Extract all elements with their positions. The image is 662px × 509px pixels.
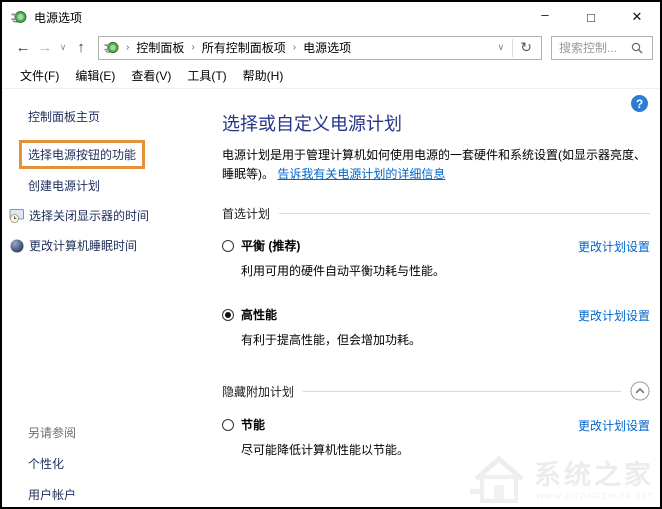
watermark-text: 系统之家 [534, 460, 654, 490]
address-bar[interactable]: › 控制面板 › 所有控制面板项 › 电源选项 ∨ ↻ [98, 35, 542, 60]
navigation-bar: ← → ∨ ↑ › 控制面板 › 所有控制面板项 › 电源选项 ∨ ↻ [2, 32, 660, 63]
breadcrumb-separator: › [292, 42, 297, 53]
sidebar-item-user-accounts[interactable]: 用户帐户 [28, 486, 76, 503]
search-icon[interactable] [630, 41, 644, 55]
change-plan-settings-link[interactable]: 更改计划设置 [578, 307, 650, 324]
plan-name: 平衡 (推荐) [241, 239, 301, 254]
title-bar: 电源选项 – □ ✕ [2, 2, 660, 32]
content-area: 控制面板主页 选择电源按钮的功能 创建电源计划 选择关闭显示器的时间 更改计算机… [4, 91, 658, 505]
back-icon[interactable]: ← [12, 39, 34, 56]
breadcrumb-control-panel[interactable]: 控制面板 [136, 39, 184, 56]
breadcrumb-separator: › [126, 42, 130, 53]
window-controls: – □ ✕ [522, 2, 660, 32]
see-also-section: 另请参阅 个性化 用户帐户 [28, 424, 77, 507]
divider [303, 390, 621, 392]
sidebar-item-choose-display-off-time[interactable]: 选择关闭显示器的时间 [9, 207, 216, 224]
sidebar-item-personalization[interactable]: 个性化 [28, 455, 76, 472]
help-icon[interactable]: ? [631, 95, 648, 112]
menu-file[interactable]: 文件(F) [12, 63, 67, 88]
window-title: 电源选项 [34, 10, 83, 25]
main-panel: ? 选择或自定义电源计划 电源计划是用于管理计算机如何使用电源的一套硬件和系统设… [222, 91, 650, 458]
menu-help[interactable]: 帮助(H) [235, 63, 292, 88]
change-plan-settings-link[interactable]: 更改计划设置 [578, 238, 650, 255]
change-plan-settings-link[interactable]: 更改计划设置 [578, 417, 650, 434]
sidebar: 控制面板主页 选择电源按钮的功能 创建电源计划 选择关闭显示器的时间 更改计算机… [4, 91, 216, 505]
sidebar-item-label: 选择关闭显示器的时间 [29, 209, 150, 223]
plan-row-balanced: 平衡 (推荐) 利用可用的硬件自动平衡功耗与性能。 更改计划设置 [222, 237, 650, 279]
plan-name: 节能 [241, 418, 266, 433]
power-options-window: 电源选项 – □ ✕ ← → ∨ ↑ › 控制面板 › 所有控制面板项 › 电源… [0, 0, 662, 509]
plan-row-high-performance: 高性能 有利于提高性能，但会增加功耗。 更改计划设置 [222, 306, 650, 348]
radio-power-saver[interactable] [222, 418, 234, 431]
menu-edit[interactable]: 编辑(E) [67, 63, 123, 88]
section-preferred-plans: 首选计划 [222, 205, 650, 222]
breadcrumb-power-options[interactable]: 电源选项 [303, 39, 351, 56]
section-hidden-plans: 隐藏附加计划 [222, 381, 650, 401]
sidebar-item-label: 更改计算机睡眠时间 [29, 239, 138, 253]
sidebar-item-choose-power-buttons[interactable]: 选择电源按钮的功能 [19, 140, 146, 169]
page-title: 选择或自定义电源计划 [222, 114, 402, 134]
power-plug-icon [11, 11, 27, 23]
radio-high-performance[interactable] [222, 308, 234, 321]
minimize-button[interactable]: – [522, 2, 568, 32]
search-box [551, 35, 653, 60]
plan-name: 高性能 [241, 308, 278, 323]
search-input[interactable] [552, 40, 628, 55]
breadcrumb-all-items[interactable]: 所有控制面板项 [202, 39, 286, 56]
radio-balanced[interactable] [222, 239, 234, 252]
section-title: 首选计划 [222, 207, 271, 222]
collapse-chevron-icon[interactable] [630, 381, 650, 401]
plan-description: 利用可用的硬件自动平衡功耗与性能。 [241, 264, 446, 279]
plan-description: 有利于提高性能，但会增加功耗。 [241, 333, 422, 348]
up-icon[interactable]: ↑ [70, 39, 92, 56]
sidebar-item-control-panel-home[interactable]: 控制面板主页 [28, 108, 216, 125]
maximize-button[interactable]: □ [568, 2, 614, 32]
menu-bar: 文件(F) 编辑(E) 查看(V) 工具(T) 帮助(H) [2, 63, 660, 89]
section-title: 隐藏附加计划 [222, 384, 295, 399]
watermark-subtext: WWW.XITONGZHIJIA.NET [536, 492, 654, 501]
history-chevron-icon[interactable]: ∨ [56, 42, 70, 53]
display-clock-icon [9, 208, 24, 223]
refresh-icon[interactable]: ↻ [513, 39, 539, 56]
plan-row-power-saver: 节能 尽可能降低计算机性能以节能。 更改计划设置 [222, 416, 650, 458]
menu-tools[interactable]: 工具(T) [179, 63, 234, 88]
sidebar-item-change-sleep-time[interactable]: 更改计算机睡眠时间 [9, 237, 216, 254]
menu-view[interactable]: 查看(V) [123, 63, 179, 88]
power-plan-info-link[interactable]: 告诉我有关电源计划的详细信息 [277, 167, 445, 181]
close-button[interactable]: ✕ [614, 2, 660, 32]
plan-description: 尽可能降低计算机性能以节能。 [241, 443, 410, 458]
forward-icon[interactable]: → [34, 39, 56, 56]
power-plug-icon [104, 41, 119, 54]
page-description: 电源计划是用于管理计算机如何使用电源的一套硬件和系统设置(如显示器亮度、睡眠等)… [222, 146, 656, 184]
see-also-header: 另请参阅 [28, 426, 77, 440]
breadcrumb-separator: › [191, 42, 195, 53]
sleep-moon-icon [10, 239, 24, 252]
sidebar-item-create-power-plan[interactable]: 创建电源计划 [28, 177, 216, 194]
divider [279, 213, 650, 215]
address-dropdown-icon[interactable]: ∨ [490, 42, 513, 53]
